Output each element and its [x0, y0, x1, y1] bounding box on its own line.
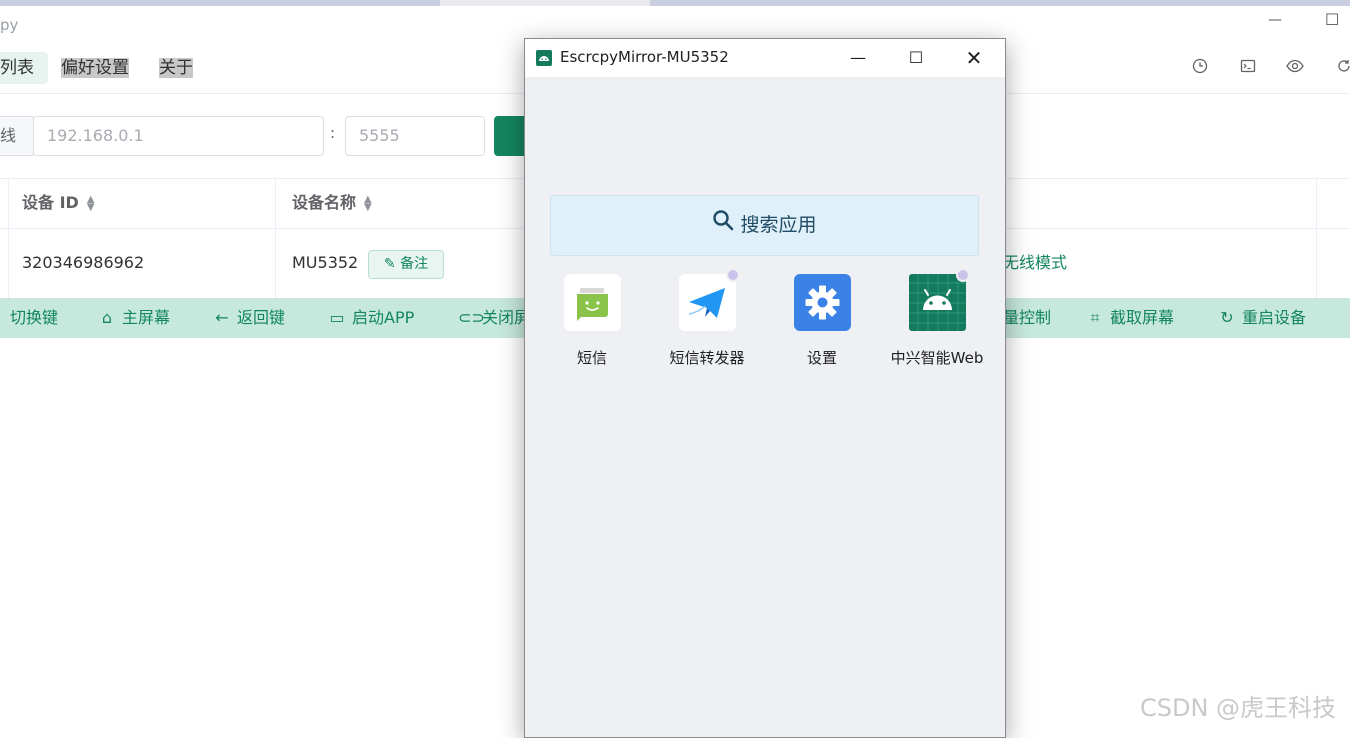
restart-device-button[interactable]: ↻ 重启设备	[1218, 298, 1306, 338]
connect-prefix: 线	[0, 116, 34, 156]
app-label: 短信转发器	[669, 349, 745, 367]
search-apps-bar[interactable]: 搜索应用	[550, 195, 979, 256]
mirror-title: EscrcpyMirror-MU5352	[560, 48, 729, 66]
sms-app-icon[interactable]	[564, 274, 621, 331]
mirror-close-button[interactable]: ✕	[963, 47, 985, 69]
maximize-button[interactable]: ☐	[1325, 10, 1339, 29]
settings-gear-icon[interactable]	[794, 274, 851, 331]
mirror-minimize-button[interactable]: —	[847, 47, 869, 69]
clock-icon[interactable]	[1192, 58, 1212, 78]
volume-control-button[interactable]: 量控制	[1003, 298, 1051, 338]
back-key-button[interactable]: ← 返回键	[213, 298, 285, 338]
app-icon: ▭	[329, 308, 345, 327]
notification-dot	[726, 268, 740, 282]
mirror-maximize-button[interactable]: ☐	[905, 47, 927, 69]
app-label: 中兴智能Web	[890, 349, 984, 367]
mirror-window: EscrcpyMirror-MU5352 — ☐ ✕ 搜索应用 短信 短信转发器	[524, 38, 1006, 738]
menu-preferences[interactable]: 偏好设置	[55, 52, 135, 84]
screenshot-button[interactable]: ⌗ 截取屏幕	[1086, 298, 1174, 338]
home-icon: ⌂	[101, 308, 113, 327]
port-separator: :	[330, 124, 336, 142]
paper-plane-icon[interactable]	[679, 274, 736, 331]
app-label: 设置	[806, 349, 837, 367]
minimize-button[interactable]: —	[1268, 12, 1282, 28]
toggle-icon: ⊂⊃	[458, 308, 485, 327]
refresh-icon[interactable]	[1336, 58, 1350, 78]
restart-icon: ↻	[1220, 308, 1234, 327]
sort-icon[interactable]: ▲ ▼	[87, 194, 95, 212]
wireless-mode-link[interactable]: 无线模式	[1003, 229, 1067, 297]
note-button[interactable]: ✎ 备注	[368, 250, 444, 279]
arrow-left-icon: ←	[215, 308, 229, 327]
host-input[interactable]: 192.168.0.1	[33, 116, 324, 156]
home-screen-button[interactable]: ⌂ 主屏幕	[98, 298, 170, 338]
eye-icon[interactable]	[1286, 58, 1306, 78]
cell-device-id: 320346986962	[22, 253, 145, 272]
sort-icon[interactable]: ▲ ▼	[364, 194, 372, 212]
mirror-title-bar[interactable]: EscrcpyMirror-MU5352 — ☐ ✕	[525, 39, 1005, 77]
terminal-icon[interactable]	[1240, 58, 1260, 78]
pencil-icon: ✎	[383, 256, 396, 272]
notification-dot	[956, 268, 970, 282]
top-strip	[0, 0, 1350, 6]
port-input[interactable]: 5555	[345, 116, 485, 156]
launch-app-button[interactable]: ▭ 启动APP	[328, 298, 414, 338]
app-label: 短信	[576, 349, 607, 367]
menu-device-list[interactable]: 列表	[0, 52, 48, 84]
menu-about[interactable]: 关于	[153, 52, 199, 84]
close-screen-button[interactable]: ⊂⊃关闭屏	[458, 298, 530, 338]
header-device-id[interactable]: 设备 ID ▲ ▼	[0, 178, 95, 228]
header-device-name[interactable]: 设备名称 ▲ ▼	[270, 178, 372, 228]
cell-device-name: MU5352	[292, 253, 359, 272]
search-icon	[712, 196, 734, 255]
android-icon	[536, 50, 552, 66]
column-divider	[1316, 178, 1317, 298]
watermark: CSDN @虎王科技	[1140, 694, 1337, 722]
switch-key-button[interactable]: 切换键	[10, 298, 58, 338]
crop-icon: ⌗	[1090, 308, 1100, 327]
app-title: py	[0, 16, 19, 34]
android-icon[interactable]	[909, 274, 966, 331]
